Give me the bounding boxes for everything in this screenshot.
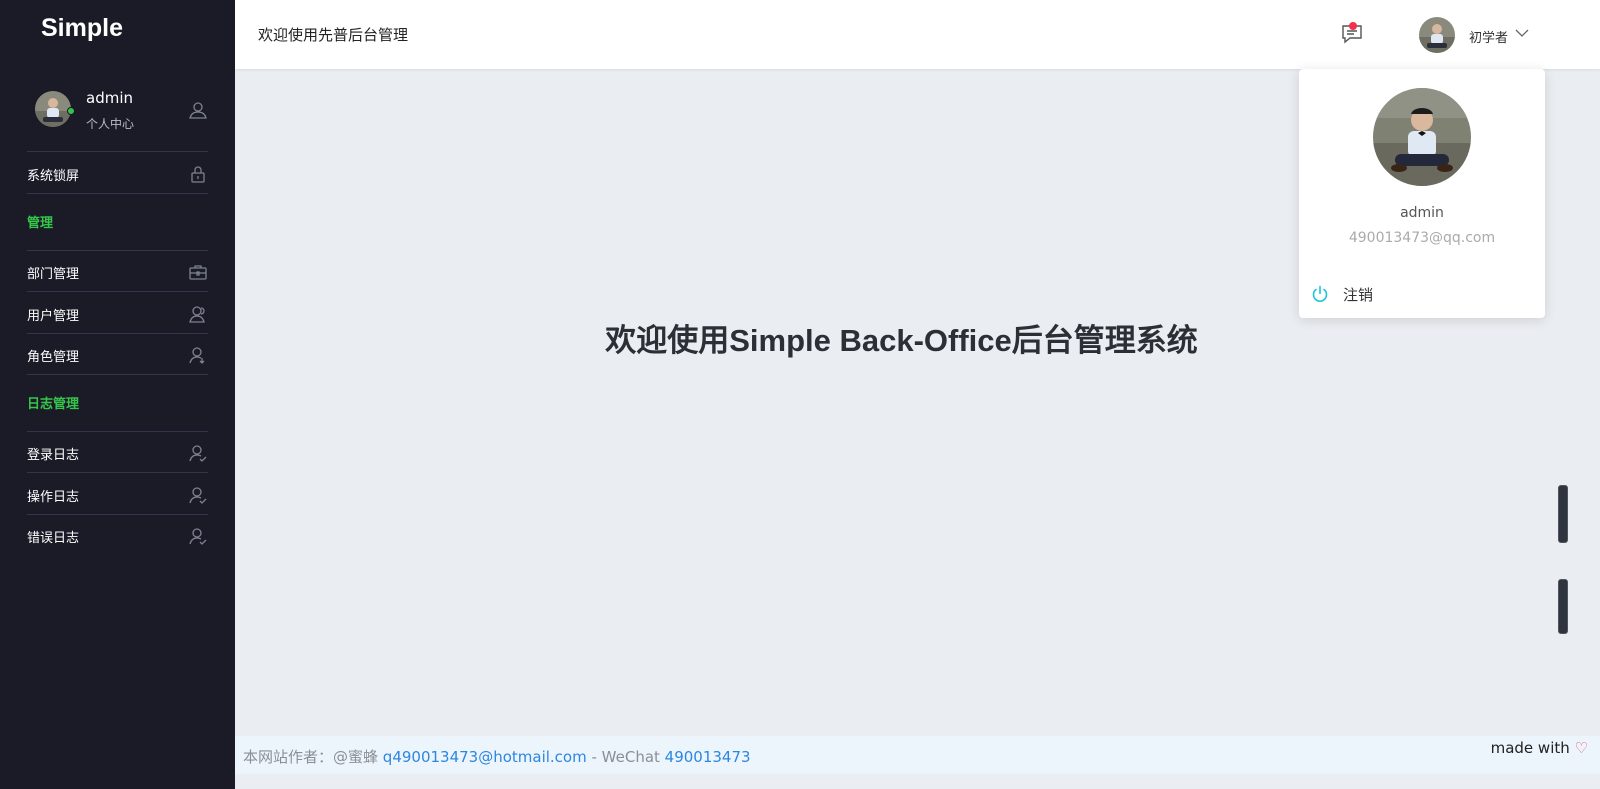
sidebar-item-label: 错误日志 — [27, 531, 80, 546]
footer-wechat-link[interactable]: 490013473 — [665, 748, 751, 766]
section-title-manage: 管理 — [27, 216, 54, 231]
sidebar-item-label: 操作日志 — [27, 490, 80, 505]
user-check-icon — [189, 445, 207, 462]
sidebar-item-label: 部门管理 — [27, 267, 80, 282]
user-menu-name[interactable]: 初学者 — [1469, 27, 1508, 46]
sidebar-item-label: 登录日志 — [27, 448, 80, 463]
footer-author: 本网站作者：@蜜蜂 — [243, 748, 379, 766]
scroll-widget[interactable] — [1558, 485, 1568, 543]
top-header: 欢迎使用先普后台管理 初学者 — [235, 0, 1600, 69]
lock-icon — [191, 166, 205, 183]
user-check-icon — [189, 528, 207, 545]
chevron-down-icon[interactable] — [1515, 28, 1529, 38]
notification-badge — [1349, 22, 1357, 30]
sidebar-item-lock-screen[interactable]: 系统锁屏 — [27, 153, 208, 194]
scroll-widget[interactable] — [1558, 579, 1568, 634]
avatar — [1373, 88, 1471, 186]
footer-wechat-label: - WeChat — [586, 748, 665, 766]
sidebar-item-roles[interactable]: 角色管理 — [27, 334, 208, 375]
sidebar: Simple admin 个人中心 系统锁屏 管理 部门管理 用户管理 角色管理… — [0, 0, 235, 789]
made-with-text: made with ♡ — [1491, 739, 1588, 757]
footer: 本网站作者：@蜜蜂 q490013473@hotmail.com - WeCha… — [235, 736, 1600, 774]
user-group-icon — [189, 306, 205, 323]
welcome-heading: 欢迎使用Simple Back-Office后台管理系统 — [605, 323, 1198, 358]
page-title: 欢迎使用先普后台管理 — [258, 26, 409, 44]
sidebar-item-label: 系统锁屏 — [27, 169, 80, 184]
avatar[interactable] — [35, 91, 71, 127]
footer-email-link[interactable]: q490013473@hotmail.com — [383, 748, 587, 766]
footer-credits: 本网站作者：@蜜蜂 q490013473@hotmail.com - WeCha… — [243, 746, 751, 767]
online-status-dot — [67, 107, 75, 115]
briefcase-icon — [189, 265, 207, 280]
dropdown-user-email: 490013473@qq.com — [1348, 230, 1496, 246]
user-icon — [189, 102, 207, 119]
user-check-icon — [189, 487, 207, 504]
sidebar-item-operation-log[interactable]: 操作日志 — [27, 474, 208, 515]
power-icon — [1312, 285, 1328, 302]
sidebar-item-users[interactable]: 用户管理 — [27, 293, 208, 334]
section-title-logs: 日志管理 — [27, 397, 80, 412]
sidebar-item-error-log[interactable]: 错误日志 — [27, 515, 208, 556]
avatar[interactable] — [1419, 17, 1455, 53]
user-down-icon — [189, 347, 205, 364]
sidebar-item-label: 角色管理 — [27, 350, 80, 365]
logout-label: 注销 — [1343, 286, 1374, 304]
sidebar-item-label: 用户管理 — [27, 309, 80, 324]
heart-icon: ♡ — [1574, 739, 1588, 757]
sidebar-item-department[interactable]: 部门管理 — [27, 251, 208, 292]
sidebar-profile[interactable]: admin 个人中心 — [27, 88, 208, 152]
made-with-label: made with — [1490, 739, 1570, 757]
profile-center-link[interactable]: 个人中心 — [86, 115, 134, 132]
user-dropdown: admin 490013473@qq.com 注销 — [1299, 69, 1545, 318]
profile-name[interactable]: admin — [86, 89, 133, 107]
brand-logo[interactable]: Simple — [41, 14, 123, 43]
dropdown-user-name: admin — [1400, 205, 1444, 221]
logout-button[interactable]: 注销 — [1311, 283, 1533, 305]
sidebar-item-login-log[interactable]: 登录日志 — [27, 432, 208, 473]
